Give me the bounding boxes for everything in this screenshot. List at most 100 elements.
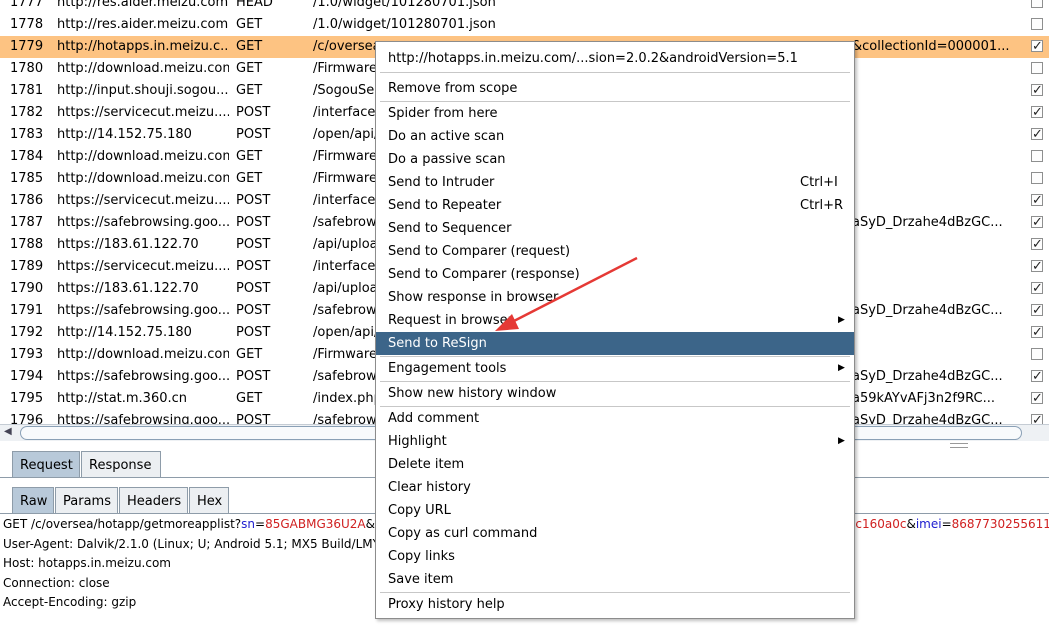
in-scope-checkbox[interactable]	[1031, 150, 1043, 162]
menu-item-send-to-repeater[interactable]: Send to Repeater Ctrl+R	[376, 194, 854, 217]
in-scope-checkbox[interactable]	[1031, 300, 1043, 322]
menu-item-label: Send to Comparer (response)	[388, 267, 580, 282]
request-line-part: ec160a0c	[848, 517, 907, 531]
in-scope-checkbox[interactable]	[1031, 322, 1043, 344]
menu-item-highlight[interactable]: Highlight ▶	[376, 430, 854, 453]
row-number: 1793	[10, 347, 44, 362]
menu-item-send-to-resign[interactable]: Send to ReSign	[376, 332, 854, 355]
table-row[interactable]: 1778 http://res.aider.meizu.com GET/1.0/wi…	[0, 14, 1049, 36]
menu-item-label: Engagement tools	[388, 361, 507, 376]
request-line-part: 85GABMG36U2A	[265, 517, 366, 531]
tab-request[interactable]: Request	[12, 451, 80, 478]
menu-item-request-in-browser[interactable]: Request in browser ▶	[376, 309, 854, 332]
in-scope-checkbox[interactable]	[1031, 172, 1043, 184]
row-method: POST	[236, 259, 271, 274]
in-scope-checkbox[interactable]	[1031, 278, 1043, 300]
menu-item-label: Copy URL	[388, 503, 451, 518]
scroll-left-arrow-icon[interactable]: ◀	[4, 426, 12, 437]
in-scope-checkbox[interactable]	[1031, 348, 1043, 360]
row-number: 1789	[10, 259, 44, 274]
row-url-tail: aSyD_Drzahe4dBzGC...	[852, 215, 1003, 230]
row-method: GET	[236, 83, 263, 98]
in-scope-checkbox[interactable]	[1031, 234, 1043, 256]
in-scope-checkbox[interactable]	[1031, 80, 1043, 102]
menu-item-copy-links[interactable]: Copy links	[376, 545, 854, 568]
row-number: 1795	[10, 391, 44, 406]
row-method: POST	[236, 281, 271, 296]
in-scope-checkbox[interactable]	[1031, 36, 1043, 58]
menu-item-send-to-comparer-request[interactable]: Send to Comparer (request)	[376, 240, 854, 263]
pane-splitter-handle[interactable]	[950, 443, 968, 448]
request-line-tail: ec160a0c&imei=868773025561187	[848, 515, 1049, 535]
menu-item-send-to-sequencer[interactable]: Send to Sequencer	[376, 217, 854, 240]
menu-item-label: Add comment	[388, 411, 480, 426]
row-host: http://14.152.75.180	[57, 325, 192, 340]
menu-item-remove-from-scope[interactable]: Remove from scope	[376, 77, 854, 100]
menu-item-send-to-comparer-response[interactable]: Send to Comparer (response)	[376, 263, 854, 286]
menu-item-label: Show response in browser	[388, 290, 559, 305]
row-number: 1796	[10, 413, 44, 425]
row-number: 1790	[10, 281, 44, 296]
row-number: 1777	[10, 0, 44, 10]
row-number: 1794	[10, 369, 44, 384]
row-method: GET	[236, 171, 263, 186]
request-line-part: GET /c/oversea/hotapp/getmoreapplist?	[3, 517, 242, 531]
row-host: https://servicecut.meizu....	[57, 105, 229, 120]
menu-item-engagement-tools[interactable]: Engagement tools ▶	[376, 357, 854, 380]
in-scope-checkbox[interactable]	[1031, 366, 1043, 388]
subtab-raw[interactable]: Raw	[12, 487, 54, 514]
row-number: 1785	[10, 171, 44, 186]
menu-item-show-response-in-browser[interactable]: Show response in browser	[376, 286, 854, 309]
menu-item-label: Do a passive scan	[388, 152, 506, 167]
request-line-part: =	[941, 517, 952, 531]
in-scope-checkbox[interactable]	[1031, 124, 1043, 146]
menu-item-shortcut: Ctrl+I	[800, 175, 838, 190]
submenu-arrow-icon: ▶	[838, 363, 845, 373]
in-scope-checkbox[interactable]	[1031, 190, 1043, 212]
row-number: 1780	[10, 61, 44, 76]
menu-item-add-comment[interactable]: Add comment	[376, 407, 854, 430]
request-line-part: 868773025561187	[951, 517, 1049, 531]
menu-item-do-a-passive-scan[interactable]: Do a passive scan	[376, 148, 854, 171]
subtab-hex[interactable]: Hex	[189, 487, 229, 514]
menu-item-clear-history[interactable]: Clear history	[376, 476, 854, 499]
subtab-params[interactable]: Params	[55, 487, 118, 514]
menu-item-delete-item[interactable]: Delete item	[376, 453, 854, 476]
row-method: HEAD	[236, 0, 273, 10]
menu-item-save-item[interactable]: Save item	[376, 568, 854, 591]
menu-item-shortcut: Ctrl+R	[800, 198, 844, 213]
in-scope-checkbox[interactable]	[1031, 62, 1043, 74]
row-url: /1.0/widget/101280701.json	[313, 17, 496, 32]
menu-item-label: Send to Repeater	[388, 198, 502, 213]
menu-item-label: Send to Comparer (request)	[388, 244, 571, 259]
in-scope-checkbox[interactable]	[1031, 18, 1043, 30]
menu-item-spider-from-here[interactable]: Spider from here	[376, 102, 854, 125]
menu-item-label: Show new history window	[388, 386, 557, 401]
row-host: https://183.61.122.70	[57, 281, 199, 296]
in-scope-checkbox[interactable]	[1031, 0, 1043, 8]
tab-response[interactable]: Response	[81, 451, 161, 478]
row-method: POST	[236, 369, 271, 384]
in-scope-checkbox[interactable]	[1031, 388, 1043, 410]
menu-item-show-new-history-window[interactable]: Show new history window	[376, 382, 854, 405]
menu-item-label: Spider from here	[388, 106, 498, 121]
subtab-headers[interactable]: Headers	[119, 487, 188, 514]
row-host: http://stat.m.360.cn	[57, 391, 188, 406]
menu-item-copy-as-curl-command[interactable]: Copy as curl command	[376, 522, 854, 545]
menu-item-label: Request in browser	[388, 313, 513, 328]
in-scope-checkbox[interactable]	[1031, 212, 1043, 234]
menu-item-copy-url[interactable]: Copy URL	[376, 499, 854, 522]
menu-item-proxy-history-help[interactable]: Proxy history help	[376, 593, 854, 616]
row-url-tail: &collectionId=000001...	[852, 39, 1010, 54]
table-row[interactable]: 1777 http://res.aider.meizu.com HEAD/1.0/w…	[0, 0, 1049, 14]
in-scope-checkbox[interactable]	[1031, 256, 1043, 278]
row-url-tail: aSyD_Drzahe4dBzGC...	[852, 303, 1003, 318]
row-method: POST	[236, 127, 271, 142]
menu-item-do-an-active-scan[interactable]: Do an active scan	[376, 125, 854, 148]
row-method: GET	[236, 61, 263, 76]
row-host: http://hotapps.in.meizu.c...	[57, 39, 229, 54]
request-line-part: &	[906, 517, 916, 531]
menu-item-send-to-intruder[interactable]: Send to Intruder Ctrl+I	[376, 171, 854, 194]
request-line-part: imei	[915, 517, 942, 531]
in-scope-checkbox[interactable]	[1031, 102, 1043, 124]
